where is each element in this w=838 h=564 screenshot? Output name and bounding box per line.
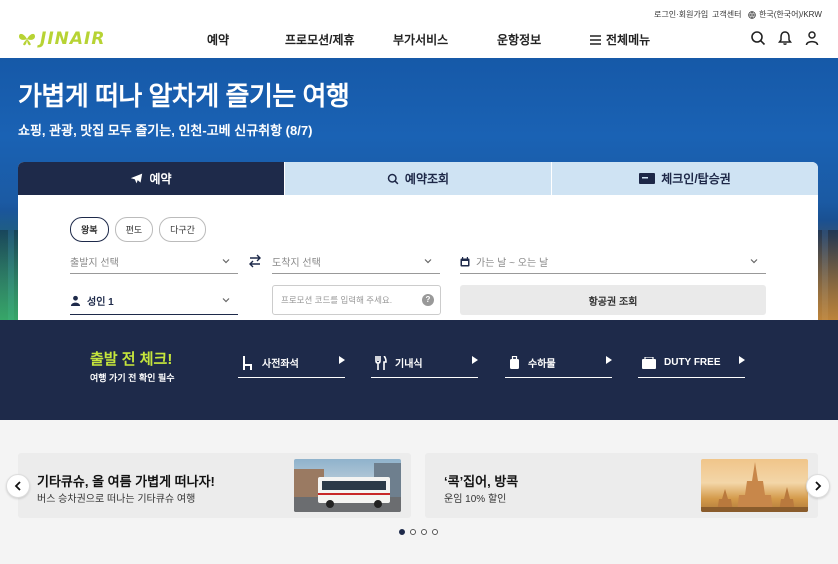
calendar-icon xyxy=(460,256,470,266)
check-duty-free[interactable]: DUTY FREE xyxy=(638,348,745,378)
hero-subtitle: 쇼핑, 관광, 맛집 모두 즐기는, 인천-고베 신규취항 (8/7) xyxy=(18,123,313,138)
nav-extra-services[interactable]: 부가서비스 xyxy=(393,31,448,48)
check-duty-free-label: DUTY FREE xyxy=(664,357,721,368)
help-icon[interactable]: ? xyxy=(422,294,434,306)
carousel-prev-button[interactable] xyxy=(6,474,30,498)
play-arrow-icon xyxy=(606,356,612,364)
carousel-next-button[interactable] xyxy=(806,474,830,498)
date-placeholder: 가는 날 ~ 오는 날 xyxy=(476,258,549,269)
globe-icon xyxy=(748,10,756,19)
hamburger-icon xyxy=(590,34,601,45)
promo-card[interactable]: ‘콕’집어, 방콕 운임 10% 할인 xyxy=(425,453,818,518)
nav-flight-info[interactable]: 운항정보 xyxy=(497,31,541,48)
chevron-down-icon xyxy=(424,259,432,264)
swap-icon[interactable] xyxy=(248,254,262,268)
butterfly-logo-icon xyxy=(19,33,35,46)
duty-free-icon xyxy=(642,356,656,369)
origin-placeholder: 출발지 선택 xyxy=(70,258,119,269)
check-meal[interactable]: 기내식 xyxy=(371,348,478,378)
cutlery-icon xyxy=(375,355,387,370)
chevron-down-icon xyxy=(222,259,230,264)
passenger-value: 성인 1 xyxy=(87,297,114,308)
support-link[interactable]: 고객센터 xyxy=(712,9,741,20)
check-title: 출발 전 체크! xyxy=(90,351,173,368)
hero-title: 가볍게 떠나 알차게 즐기는 여행 xyxy=(18,81,350,111)
promo-placeholder: 프로모션 코드를 입력해 주세요. xyxy=(281,295,393,305)
chevron-left-icon xyxy=(14,481,21,491)
tab-reservation[interactable]: 예약 xyxy=(18,162,284,195)
chevron-right-icon xyxy=(815,481,822,491)
check-subtitle: 여행 가기 전 확인 필수 xyxy=(90,373,175,383)
person-icon xyxy=(70,295,81,306)
jinair-logo[interactable]: JINAIR xyxy=(18,29,105,49)
check-seat[interactable]: 사전좌석 xyxy=(238,348,345,378)
promo-card-title: 기타큐슈, 올 여름 가볍게 떠나자! xyxy=(37,474,215,489)
carousel-dot[interactable] xyxy=(399,529,405,535)
nav-all-menu[interactable]: 전체메뉴 xyxy=(590,31,650,48)
carousel-pagination xyxy=(399,529,438,535)
destination-select[interactable]: 도착지 선택 xyxy=(272,250,440,274)
booking-tabs: 예약 예약조회 체크인/탑승권 xyxy=(18,162,818,195)
play-arrow-icon xyxy=(739,356,745,364)
bus-illustration xyxy=(294,463,401,512)
check-baggage-label: 수하물 xyxy=(528,359,556,370)
tab-reservation-label: 예약 xyxy=(149,172,172,186)
temple-photo xyxy=(701,459,808,512)
temple-illustration xyxy=(701,462,808,512)
trip-roundtrip[interactable]: 왕복 xyxy=(70,217,109,242)
tab-checkin[interactable]: 체크인/탑승권 xyxy=(551,162,818,195)
trip-oneway[interactable]: 편도 xyxy=(114,217,154,242)
logo-text: JINAIR xyxy=(40,29,106,49)
chevron-down-icon xyxy=(222,298,230,303)
promo-card[interactable]: 기타큐슈, 올 여름 가볍게 떠나자! 버스 승차권으로 떠나는 기타큐슈 여행 xyxy=(18,453,411,518)
search-flights-button[interactable]: 항공권 조회 xyxy=(460,285,766,315)
carousel-dot[interactable] xyxy=(432,529,438,535)
seat-icon xyxy=(243,355,252,370)
passenger-select[interactable]: 성인 1 xyxy=(70,287,238,315)
play-arrow-icon xyxy=(339,356,345,364)
promo-card-desc: 운임 10% 할인 xyxy=(444,494,507,505)
nav-reservation[interactable]: 예약 xyxy=(207,31,229,48)
user-icon[interactable] xyxy=(804,30,820,46)
tab-lookup-label: 예약조회 xyxy=(404,172,450,186)
destination-placeholder: 도착지 선택 xyxy=(272,258,321,269)
origin-select[interactable]: 출발지 선택 xyxy=(70,250,238,274)
check-baggage[interactable]: 수하물 xyxy=(505,348,612,378)
login-link[interactable]: 로그인·회원가입 xyxy=(654,9,708,20)
tab-checkin-label: 체크인/탑승권 xyxy=(661,172,731,186)
airplane-icon xyxy=(131,173,143,184)
trip-type-group: 왕복 편도 다구간 xyxy=(70,217,206,242)
nav-promotion[interactable]: 프로모션/제휴 xyxy=(285,31,355,48)
check-meal-label: 기내식 xyxy=(395,359,423,370)
promo-card-title: ‘콕’집어, 방콕 xyxy=(444,474,519,489)
main-header: JINAIR 예약 프로모션/제휴 부가서비스 운항정보 전체메뉴 xyxy=(0,22,838,58)
booking-widget: 예약 예약조회 체크인/탑승권 왕복 편도 다구간 출발지 선택 도착지 선택 … xyxy=(18,162,818,337)
trip-multicity[interactable]: 다구간 xyxy=(159,217,206,242)
check-seat-label: 사전좌석 xyxy=(262,359,299,370)
promo-card-desc: 버스 승차권으로 떠나는 기타큐슈 여행 xyxy=(37,494,196,505)
luggage-icon xyxy=(510,355,519,369)
search-icon[interactable] xyxy=(750,30,766,46)
tab-lookup[interactable]: 예약조회 xyxy=(284,162,551,195)
pre-departure-check: 출발 전 체크! 여행 가기 전 확인 필수 사전좌석 기내식 수하물 DUTY… xyxy=(0,320,838,420)
carousel-dot[interactable] xyxy=(410,529,416,535)
promo-code-input[interactable]: 프로모션 코드를 입력해 주세요. ? xyxy=(272,285,441,315)
play-arrow-icon xyxy=(472,356,478,364)
search-icon xyxy=(387,173,399,184)
locale-link[interactable]: 한국(한국어)/KRW xyxy=(748,9,822,20)
bus-photo xyxy=(294,459,401,512)
all-menu-label: 전체메뉴 xyxy=(606,33,651,47)
chevron-down-icon xyxy=(750,259,758,264)
carousel-dot[interactable] xyxy=(421,529,427,535)
bell-icon[interactable] xyxy=(777,30,793,46)
boarding-pass-icon xyxy=(639,173,656,184)
date-select[interactable]: 가는 날 ~ 오는 날 xyxy=(460,250,766,274)
locale-label: 한국(한국어)/KRW xyxy=(759,10,822,19)
